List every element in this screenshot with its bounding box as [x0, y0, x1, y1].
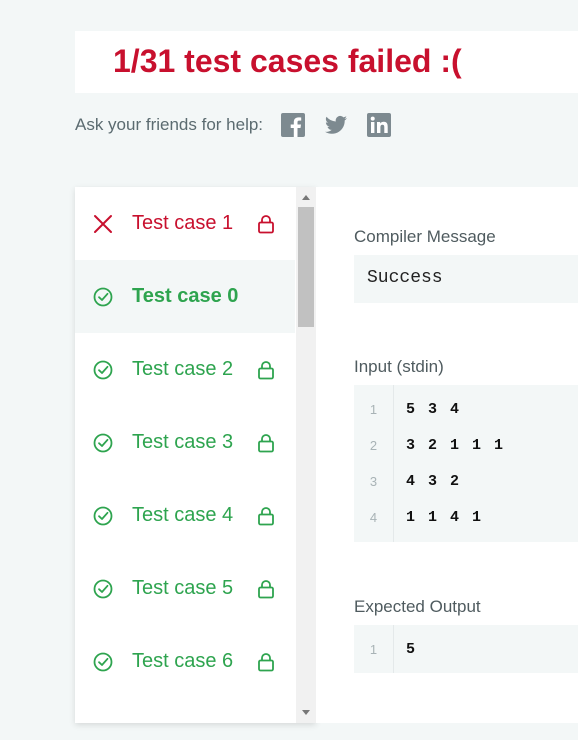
passed-check-icon [92, 432, 114, 454]
test-case-panel: Test case 1 Test case 0 Test case 2 Test ca… [75, 187, 316, 723]
lock-icon [257, 433, 275, 453]
passed-check-icon [92, 651, 114, 673]
code-text: 5 [406, 640, 418, 658]
test-case-label: Test case 5 [132, 577, 234, 599]
passed-check-icon [92, 286, 114, 308]
scroll-up-arrow-icon[interactable] [302, 195, 310, 200]
passed-check-icon [92, 578, 114, 600]
line-number: 4 [369, 509, 378, 525]
test-case-details: Compiler Message Success Input (stdin) 1… [316, 187, 578, 723]
lock-icon [257, 360, 275, 380]
passed-check-icon [92, 505, 114, 527]
test-case-label: Test case 2 [132, 358, 234, 380]
test-case-item[interactable]: Test case 2 [75, 333, 295, 406]
test-case-item[interactable]: Test case 4 [75, 479, 295, 552]
share-label: Ask your friends for help: [75, 115, 264, 134]
code-text: 5 3 4 [406, 400, 462, 418]
lock-icon [257, 506, 275, 526]
passed-check-icon [92, 359, 114, 381]
compiler-message-box: Success [354, 255, 578, 303]
code-text: 1 1 4 1 [406, 508, 484, 526]
result-title: 1/31 test cases failed :( [113, 43, 462, 79]
line-number: 3 [369, 473, 378, 489]
test-case-scrollbar[interactable] [296, 187, 316, 723]
lock-icon [257, 652, 275, 672]
share-row: Ask your friends for help: [75, 112, 410, 138]
code-line: 3 4 3 2 [354, 463, 578, 499]
lock-icon [257, 579, 275, 599]
scroll-down-arrow-icon[interactable] [302, 710, 310, 715]
test-case-item[interactable]: Test case 5 [75, 552, 295, 625]
test-case-label: Test case 0 [132, 285, 239, 307]
input-code-box: 1 5 3 4 2 3 2 1 1 1 3 4 3 2 4 1 1 4 1 [354, 385, 578, 542]
linkedin-icon[interactable] [367, 113, 392, 137]
test-case-label: Test case 4 [132, 504, 234, 526]
code-line: 15 [354, 631, 578, 667]
expected-output-box: 15 [354, 625, 578, 673]
lock-icon [257, 214, 275, 234]
code-line: 1 5 3 4 [354, 391, 578, 427]
failed-x-icon [92, 213, 114, 235]
test-case-item[interactable]: Test case 3 [75, 406, 295, 479]
code-line: 2 3 2 1 1 1 [354, 427, 578, 463]
test-case-label: Test case 3 [132, 431, 234, 453]
test-case-item[interactable]: Test case 1 [75, 187, 295, 261]
line-number: 2 [369, 437, 378, 453]
line-number: 1 [369, 401, 378, 417]
facebook-icon[interactable] [281, 113, 306, 137]
expected-output-label: Expected Output [354, 597, 481, 616]
code-text: 3 2 1 1 1 [406, 436, 506, 454]
test-case-label: Test case 1 [132, 212, 234, 234]
test-case-list: Test case 1 Test case 0 Test case 2 Test ca… [75, 187, 295, 723]
twitter-icon[interactable] [324, 113, 348, 137]
input-label: Input (stdin) [354, 357, 444, 376]
result-banner: 1/31 test cases failed :( [75, 31, 578, 93]
code-text: 4 3 2 [406, 472, 462, 490]
compiler-message-label: Compiler Message [354, 227, 496, 246]
test-case-item[interactable]: Test case 0 [75, 260, 295, 333]
code-line: 4 1 1 4 1 [354, 499, 578, 535]
line-number: 1 [369, 641, 378, 657]
test-case-label: Test case 6 [132, 650, 234, 672]
scroll-thumb[interactable] [298, 207, 314, 327]
compiler-message: Success [367, 268, 443, 288]
test-case-item[interactable]: Test case 6 [75, 625, 295, 698]
